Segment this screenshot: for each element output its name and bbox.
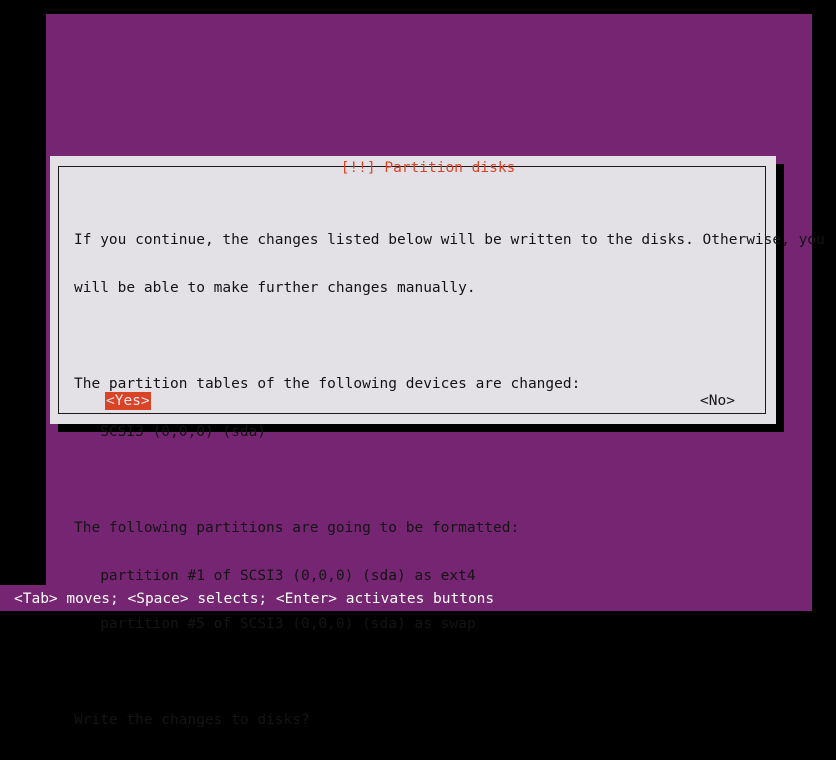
message-line: will be able to make further changes man… <box>74 280 476 296</box>
confirmation-question: Write the changes to disks? <box>74 712 310 728</box>
message-line: The following partitions are going to be… <box>74 520 520 536</box>
dialog-button-row: <Yes> <No> <box>59 392 767 410</box>
message-line-blank <box>74 664 825 680</box>
dialog-title: [!!] Partition disks <box>340 160 516 176</box>
no-button[interactable]: <No> <box>699 392 736 410</box>
message-line-blank <box>74 472 825 488</box>
yes-button[interactable]: <Yes> <box>105 392 151 410</box>
device-line: SCSI3 (0,0,0) (sda) <box>74 424 267 440</box>
message-line: If you continue, the changes listed belo… <box>74 232 825 248</box>
installer-screen: [!!] Partition disks If you continue, th… <box>0 0 836 728</box>
dialog-message: If you continue, the changes listed belo… <box>74 200 825 760</box>
partition-line: partition #1 of SCSI3 (0,0,0) (sda) as e… <box>74 568 476 584</box>
message-line: The partition tables of the following de… <box>74 376 581 392</box>
keyboard-help-bar: <Tab> moves; <Space> selects; <Enter> ac… <box>14 591 495 607</box>
message-line-blank <box>74 328 825 344</box>
partition-disks-dialog: [!!] Partition disks If you continue, th… <box>50 156 825 728</box>
dialog-border: [!!] Partition disks If you continue, th… <box>58 160 825 728</box>
